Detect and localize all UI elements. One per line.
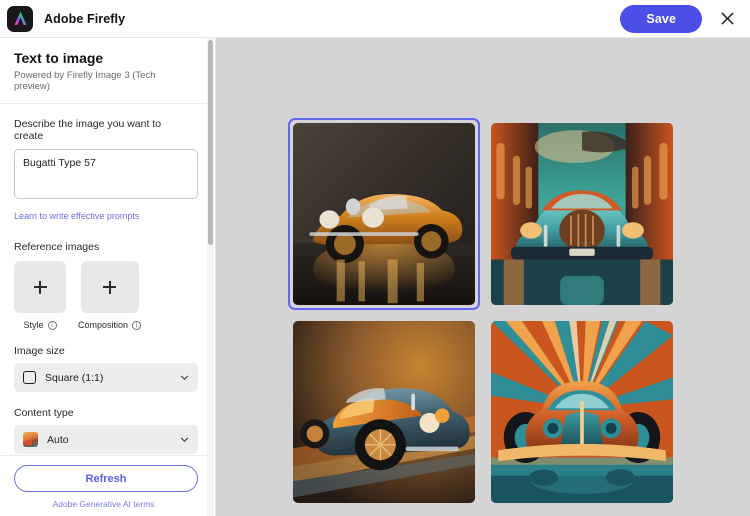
results-grid	[288, 118, 678, 508]
prompt-input[interactable]	[14, 149, 198, 199]
result-image-2[interactable]	[486, 118, 678, 310]
image-size-value: Square (1:1)	[45, 372, 171, 384]
result-image-4-thumbnail	[491, 321, 673, 503]
save-button[interactable]: Save	[620, 5, 702, 33]
reference-composition: Composition i	[78, 261, 141, 330]
plus-icon	[34, 281, 47, 294]
square-ratio-icon	[23, 371, 36, 384]
reference-composition-label: Composition	[78, 320, 128, 330]
adobe-firefly-window: Adobe Firefly Save Text to image Powered…	[0, 0, 750, 516]
info-icon[interactable]: i	[132, 321, 141, 330]
auto-content-icon	[23, 432, 38, 447]
firefly-logo-icon	[7, 6, 33, 32]
reference-style-caption: Style i	[23, 320, 56, 330]
image-size-select[interactable]: Square (1:1)	[14, 363, 198, 392]
generative-ai-terms-link[interactable]: Adobe Generative AI terms	[14, 499, 193, 509]
main-body: Text to image Powered by Firefly Image 3…	[0, 38, 750, 516]
result-image-4[interactable]	[486, 316, 678, 508]
reference-style: Style i	[14, 261, 66, 330]
page-title: Text to image	[14, 50, 193, 66]
result-image-2-thumbnail	[491, 123, 673, 305]
scrollbar-thumb[interactable]	[208, 40, 213, 245]
chevron-down-icon	[180, 373, 189, 382]
add-composition-reference-button[interactable]	[81, 261, 139, 313]
image-size-section: Image size Square (1:1)	[0, 345, 207, 392]
result-image-1[interactable]	[288, 118, 480, 310]
settings-panel-scroll-area: Text to image Powered by Firefly Image 3…	[0, 38, 207, 516]
reference-composition-caption: Composition i	[78, 320, 141, 330]
title-bar: Adobe Firefly Save	[0, 0, 750, 38]
content-type-label: Content type	[14, 407, 193, 419]
results-canvas	[216, 38, 750, 516]
content-type-value: Auto	[47, 434, 171, 446]
chevron-down-icon	[180, 435, 189, 444]
reference-images-section: Reference images Style i	[0, 241, 207, 330]
content-type-select[interactable]: Auto	[14, 425, 198, 454]
close-icon[interactable]	[716, 8, 738, 30]
settings-panel-scrollbar[interactable]	[207, 38, 214, 516]
learn-prompts-link[interactable]: Learn to write effective prompts	[14, 211, 139, 221]
panel-header: Text to image Powered by Firefly Image 3…	[0, 38, 207, 104]
result-image-1-thumbnail	[293, 123, 475, 305]
title-bar-actions: Save	[620, 5, 738, 33]
page-subtitle: Powered by Firefly Image 3 (Tech preview…	[14, 70, 193, 92]
settings-panel: Text to image Powered by Firefly Image 3…	[0, 38, 216, 516]
image-size-label: Image size	[14, 345, 193, 357]
panel-footer: Refresh Adobe Generative AI terms	[0, 455, 207, 516]
plus-icon	[103, 281, 116, 294]
prompt-label: Describe the image you want to create	[14, 118, 193, 142]
add-style-reference-button[interactable]	[14, 261, 66, 313]
prompt-section: Describe the image you want to create Le…	[0, 118, 207, 224]
content-type-section: Content type Auto	[0, 407, 207, 454]
reference-images-row: Style i Composition i	[14, 261, 193, 330]
result-image-3-thumbnail	[293, 321, 475, 503]
app-title: Adobe Firefly	[44, 12, 125, 26]
reference-images-title: Reference images	[14, 241, 193, 253]
info-icon[interactable]: i	[48, 321, 57, 330]
reference-style-label: Style	[23, 320, 43, 330]
result-image-3[interactable]	[288, 316, 480, 508]
refresh-button[interactable]: Refresh	[14, 465, 198, 492]
